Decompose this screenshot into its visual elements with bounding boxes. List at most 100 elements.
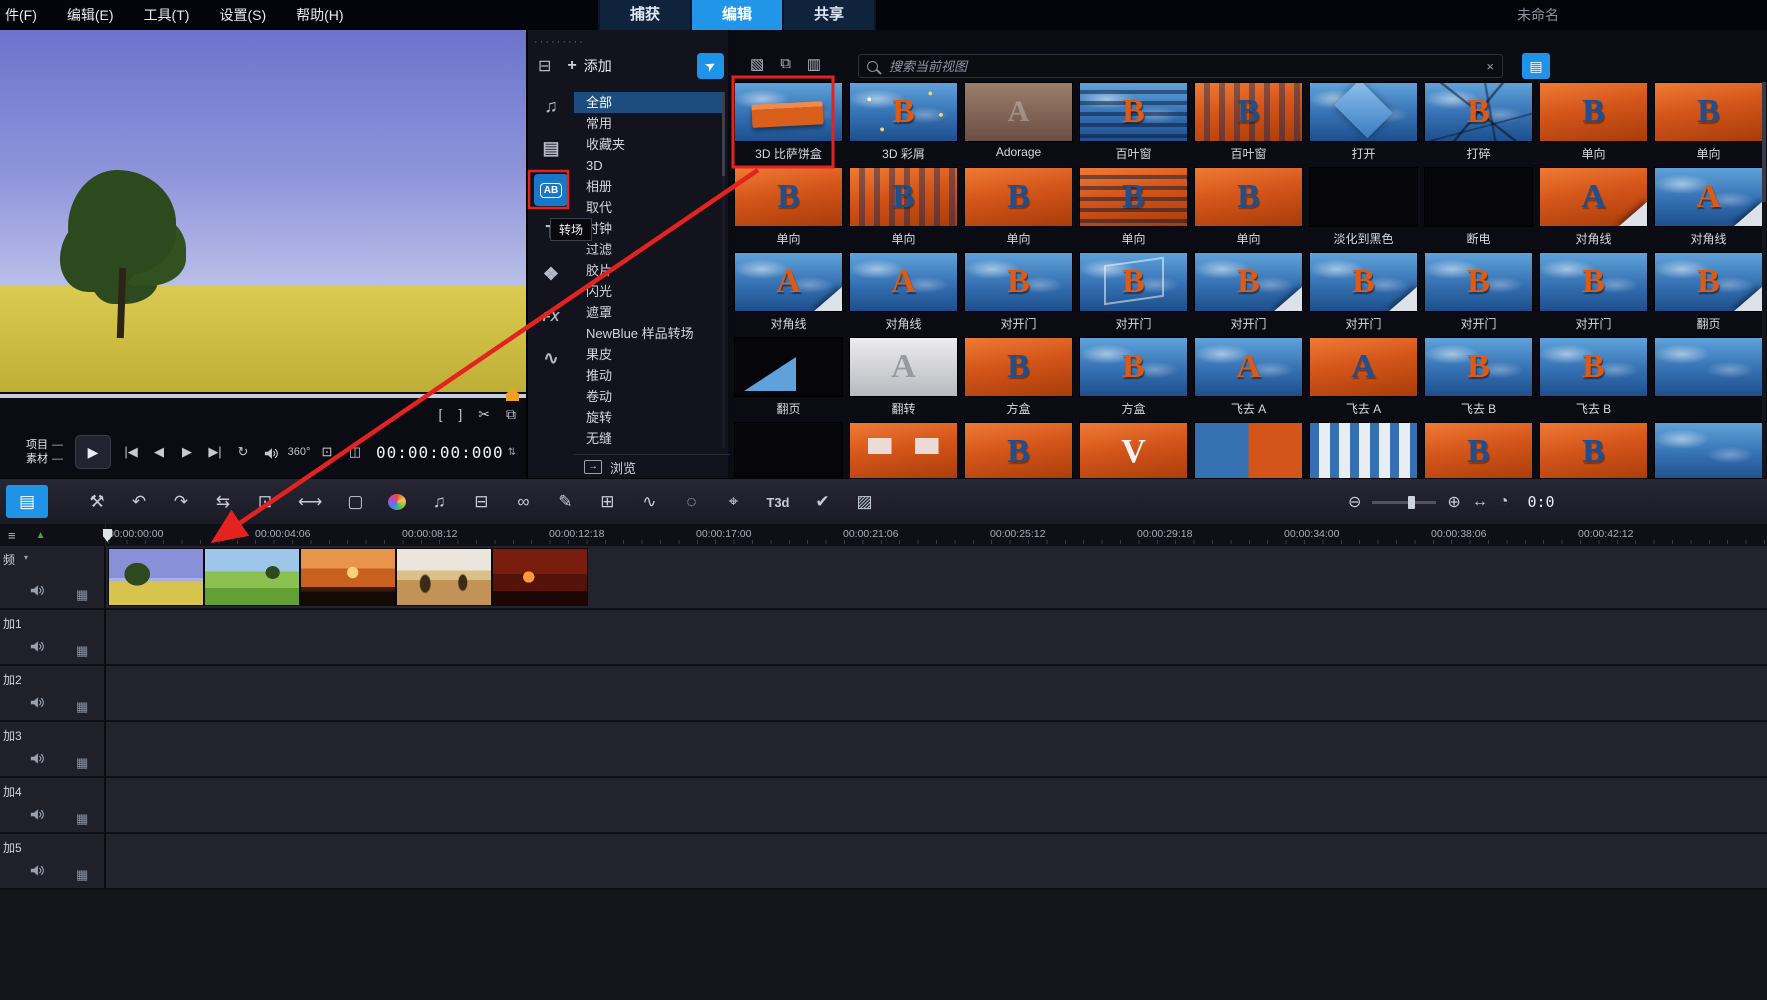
transition-item[interactable]: B对开门: [1539, 252, 1648, 337]
transition-item[interactable]: B百叶窗: [1079, 82, 1188, 167]
prev-frame-icon[interactable]: ◀: [145, 444, 173, 460]
track-grid-icon[interactable]: ▦: [76, 699, 88, 715]
scrollbar-thumb[interactable]: [1762, 82, 1766, 202]
transition-item[interactable]: B单向: [1654, 82, 1763, 167]
transition-item[interactable]: 淡化到黑色: [1309, 167, 1418, 252]
clip-red-sunset[interactable]: [492, 548, 588, 606]
zoom-out-icon[interactable]: ⊖: [1348, 492, 1361, 512]
timeline-ruler[interactable]: ≡ ▲ 00:00:00:0000:00:04:0600:00:08:1200:…: [0, 524, 1767, 546]
mode-tab[interactable]: 捕获: [600, 0, 690, 30]
smart-apply-button[interactable]: ➤: [697, 53, 724, 79]
track-grid-icon[interactable]: ▦: [76, 811, 88, 827]
track-header[interactable]: 加1▦: [0, 610, 106, 664]
next-frame-icon[interactable]: ▶: [173, 444, 201, 460]
track-grid-icon[interactable]: ▦: [76, 587, 88, 603]
link-icon[interactable]: ∞: [514, 492, 532, 512]
mode-tab[interactable]: 编辑: [692, 0, 782, 30]
3d-title-editor-icon[interactable]: T3d: [766, 495, 789, 510]
transition-item[interactable]: B: [1424, 422, 1533, 478]
filter-icon[interactable]: FX: [534, 300, 568, 332]
category-item[interactable]: 闪光: [574, 281, 722, 302]
track-grid-icon[interactable]: ▦: [76, 643, 88, 659]
transition-item[interactable]: A对角线: [1654, 167, 1763, 252]
mask-icon[interactable]: ▨: [856, 492, 874, 512]
mute-icon[interactable]: [30, 808, 45, 826]
category-item[interactable]: 胶片: [574, 260, 722, 281]
mute-icon[interactable]: [30, 696, 45, 714]
transition-item[interactable]: B飞去 B: [1424, 337, 1533, 422]
crop-icon[interactable]: ▢: [346, 492, 364, 512]
media-icon[interactable]: ▤: [534, 132, 568, 164]
trim-bar[interactable]: [0, 394, 526, 398]
category-item[interactable]: 全部: [574, 92, 722, 113]
track-grid-icon[interactable]: ▦: [76, 755, 88, 771]
mute-icon[interactable]: [30, 584, 45, 602]
ripple-edit-icon[interactable]: ⟷: [298, 492, 322, 512]
clip-tree-field[interactable]: [108, 548, 204, 606]
clip-green-hills[interactable]: [204, 548, 300, 606]
track-body[interactable]: [106, 722, 1767, 776]
project-mode-label[interactable]: 项目: [26, 439, 48, 451]
split-screen-icon[interactable]: ◫: [341, 444, 369, 460]
menu-item[interactable]: 件(F): [0, 0, 52, 30]
panel-drag-handle[interactable]: ·········: [534, 36, 585, 48]
transition-item[interactable]: 3D 比萨饼盒: [734, 82, 843, 167]
category-item[interactable]: 无缝: [574, 428, 722, 449]
category-item[interactable]: 遮罩: [574, 302, 722, 323]
play-button[interactable]: ▶: [75, 435, 111, 469]
mute-icon[interactable]: [30, 640, 45, 658]
track-header[interactable]: 加3▦: [0, 722, 106, 776]
go-end-icon[interactable]: ▶|: [201, 444, 229, 460]
category-item[interactable]: NewBlue 样品转场: [574, 323, 722, 344]
transition-item[interactable]: B: [964, 422, 1073, 478]
menu-item[interactable]: 编辑(E): [52, 0, 129, 30]
multicam-editor-icon[interactable]: ⊞: [598, 492, 616, 512]
transition-item[interactable]: B3D 彩屑: [849, 82, 958, 167]
transition-item[interactable]: [734, 422, 843, 478]
transition-item[interactable]: A翻转: [849, 337, 958, 422]
auto-music-icon[interactable]: ♫: [430, 492, 448, 512]
check-icon[interactable]: ✔: [814, 492, 832, 512]
subtitle-editor-icon[interactable]: ⊟: [472, 492, 490, 512]
scroll-top-icon[interactable]: ▲: [36, 530, 46, 541]
category-item[interactable]: 卷动: [574, 386, 722, 407]
category-item[interactable]: 果皮: [574, 344, 722, 365]
graphic-icon[interactable]: ❖: [534, 258, 568, 290]
zoom-in-icon[interactable]: ⊕: [1447, 492, 1460, 512]
zoom-slider-thumb[interactable]: [1408, 496, 1415, 509]
transition-item[interactable]: V: [1079, 422, 1188, 478]
clip-desert-dunes[interactable]: [396, 548, 492, 606]
undo-icon[interactable]: ↶: [130, 492, 148, 512]
transition-item[interactable]: B对开门: [964, 252, 1073, 337]
add-category-button[interactable]: + 添加: [567, 56, 611, 76]
transition-item[interactable]: B对开门: [1424, 252, 1533, 337]
category-item[interactable]: 相册: [574, 176, 722, 197]
browse-button[interactable]: → 浏览: [574, 454, 734, 479]
track-manager-icon[interactable]: ⇆: [214, 492, 232, 512]
grab-frame-icon[interactable]: ⧉: [506, 406, 516, 423]
random-transition-icon[interactable]: ▧: [750, 55, 764, 73]
clip-mode-label[interactable]: 素材: [26, 453, 48, 465]
duration-icon[interactable]: ◔: [1499, 493, 1509, 511]
transition-item[interactable]: B飞去 B: [1539, 337, 1648, 422]
mute-icon[interactable]: [30, 864, 45, 882]
transition-item[interactable]: 翻页: [734, 337, 843, 422]
search-input[interactable]: [887, 58, 1486, 75]
volume-icon[interactable]: [257, 444, 285, 459]
clip-sunset-trees[interactable]: [300, 548, 396, 606]
track-body[interactable]: [106, 666, 1767, 720]
transition-item[interactable]: [1654, 337, 1763, 422]
transition-item[interactable]: A对角线: [734, 252, 843, 337]
color-grading-icon[interactable]: [388, 494, 406, 510]
mask-creator-icon[interactable]: ◌: [682, 492, 700, 512]
category-scrollbar[interactable]: [722, 92, 725, 448]
category-item[interactable]: 旋转: [574, 407, 722, 428]
track-header[interactable]: 加2▦: [0, 666, 106, 720]
pan-zoom-icon[interactable]: ⊡: [256, 492, 274, 512]
transition-item[interactable]: B单向: [734, 167, 843, 252]
sound-mixer-icon[interactable]: ∿: [640, 492, 658, 512]
transition-item[interactable]: B单向: [964, 167, 1073, 252]
transition-item[interactable]: [1309, 422, 1418, 478]
library-panel-toggle[interactable]: ▤: [1522, 53, 1550, 79]
gallery-scrollbar[interactable]: [1762, 82, 1766, 478]
